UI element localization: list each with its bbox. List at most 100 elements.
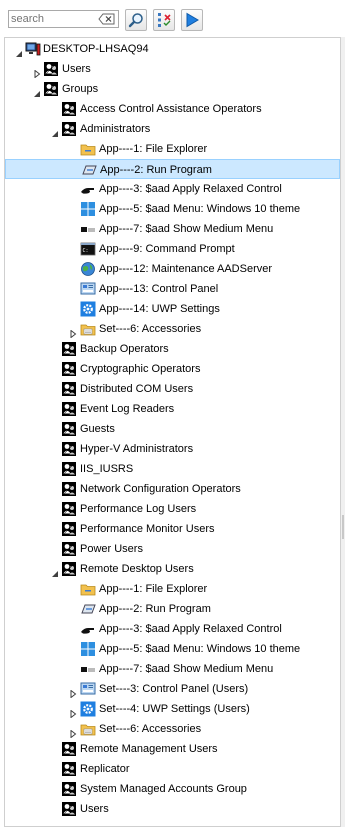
tree-node-label: App----1: File Explorer	[99, 583, 208, 595]
tree-node-administrators[interactable]: Administrators	[5, 119, 340, 139]
tree-node-app-3-aad-apply-relaxed-control[interactable]: App----3: $aad Apply Relaxed Control	[5, 179, 340, 199]
tree-node-backup-operators[interactable]: Backup Operators	[5, 339, 340, 359]
filter-button[interactable]	[153, 9, 175, 31]
collapse-arrow-icon[interactable]	[51, 565, 59, 577]
tree-node-iis-iusrs[interactable]: IIS_IUSRS	[5, 459, 340, 479]
user-group-icon	[61, 761, 77, 777]
tree-node-label: Distributed COM Users	[80, 383, 194, 395]
clear-search-icon[interactable]	[98, 13, 116, 25]
tree-node-label: App----7: $aad Show Medium Menu	[99, 223, 274, 235]
tree-node-users[interactable]: Users	[5, 799, 340, 819]
tree-node-remote-desktop-users[interactable]: Remote Desktop Users	[5, 559, 340, 579]
tree-node-label: App----1: File Explorer	[99, 143, 208, 155]
tree-node-hyper-v-administrators[interactable]: Hyper-V Administrators	[5, 439, 340, 459]
splitter-grip[interactable]	[342, 515, 344, 539]
user-group-icon	[61, 101, 77, 117]
tree-node-event-log-readers[interactable]: Event Log Readers	[5, 399, 340, 419]
tree-node-users[interactable]: Users	[5, 59, 340, 79]
tree-node-desktop-lhsaq94[interactable]: DESKTOP-LHSAQ94	[5, 39, 340, 59]
tree-node-distributed-com-users[interactable]: Distributed COM Users	[5, 379, 340, 399]
tree-node-performance-log-users[interactable]: Performance Log Users	[5, 499, 340, 519]
expand-arrow-icon[interactable]	[69, 685, 77, 699]
tree-node-label: Performance Log Users	[80, 503, 197, 515]
tree-node-label: Cryptographic Operators	[80, 363, 201, 375]
settings-gear-icon	[80, 701, 96, 717]
tree-node-label: App----13: Control Panel	[99, 283, 219, 295]
tree-node-label: IIS_IUSRS	[80, 463, 134, 475]
tree-node-performance-monitor-users[interactable]: Performance Monitor Users	[5, 519, 340, 539]
tree-node-label: Set----6: Accessories	[99, 723, 202, 735]
find-button[interactable]	[125, 9, 147, 31]
tree-node-label: Set----4: UWP Settings (Users)	[99, 703, 250, 715]
tree-node-app-2-run-program[interactable]: App----2: Run Program	[5, 599, 340, 619]
search-box[interactable]	[8, 10, 119, 28]
tree-node-label: Power Users	[80, 543, 143, 555]
tree-node-system-managed-accounts-group[interactable]: System Managed Accounts Group	[5, 779, 340, 799]
tree-node-remote-management-users[interactable]: Remote Management Users	[5, 739, 340, 759]
user-group-icon	[61, 541, 77, 557]
user-group-icon	[61, 121, 77, 137]
tree-node-label: App----9: Command Prompt	[99, 243, 235, 255]
tree-node-label: App----7: $aad Show Medium Menu	[99, 663, 274, 675]
tree-node-app-1-file-explorer[interactable]: App----1: File Explorer	[5, 139, 340, 159]
tree-node-label: Users	[62, 63, 91, 75]
user-group-icon	[61, 521, 77, 537]
collapse-arrow-icon[interactable]	[51, 125, 59, 137]
tree-node-set-6-accessories[interactable]: Set----6: Accessories	[5, 319, 340, 339]
expand-arrow-icon[interactable]	[69, 725, 77, 739]
tree-node-app-14-uwp-settings[interactable]: App----14: UWP Settings	[5, 299, 340, 319]
search-input[interactable]	[11, 12, 97, 26]
tree-node-groups[interactable]: Groups	[5, 79, 340, 99]
tree-node-app-13-control-panel[interactable]: App----13: Control Panel	[5, 279, 340, 299]
tree-node-app-12-maintenance-aadserver[interactable]: App----12: Maintenance AADServer	[5, 259, 340, 279]
tree-node-app-3-aad-apply-relaxed-control[interactable]: App----3: $aad Apply Relaxed Control	[5, 619, 340, 639]
user-group-icon	[61, 781, 77, 797]
tree-node-set-6-accessories[interactable]: Set----6: Accessories	[5, 719, 340, 739]
menu-icon	[80, 221, 96, 237]
tree-node-label: Guests	[80, 423, 115, 435]
tree-node-label: Backup Operators	[80, 343, 169, 355]
tree-node-set-4-uwp-settings-users[interactable]: Set----4: UWP Settings (Users)	[5, 699, 340, 719]
hand-icon	[80, 621, 96, 637]
windows-icon	[80, 641, 96, 657]
tree-node-network-configuration-operators[interactable]: Network Configuration Operators	[5, 479, 340, 499]
tree-node-app-5-aad-menu-windows-10-theme[interactable]: App----5: $aad Menu: Windows 10 theme	[5, 199, 340, 219]
user-group-icon	[61, 501, 77, 517]
tree-node-label: Hyper-V Administrators	[80, 443, 194, 455]
tree-node-app-5-aad-menu-windows-10-theme[interactable]: App----5: $aad Menu: Windows 10 theme	[5, 639, 340, 659]
accessories-folder-icon	[80, 321, 96, 337]
run-button[interactable]	[181, 9, 203, 31]
splitter[interactable]	[341, 37, 345, 827]
tree-node-label: Event Log Readers	[80, 403, 175, 415]
tree-node-app-2-run-program[interactable]: App----2: Run Program	[5, 159, 340, 179]
tree-node-access-control-assistance-operators[interactable]: Access Control Assistance Operators	[5, 99, 340, 119]
tree-node-label: App----2: Run Program	[100, 164, 212, 176]
expand-arrow-icon[interactable]	[69, 325, 77, 339]
tree-node-app-7-aad-show-medium-menu[interactable]: App----7: $aad Show Medium Menu	[5, 219, 340, 239]
tree-view[interactable]: DESKTOP-LHSAQ94 Users Groups Access Control…	[4, 37, 341, 827]
tree-node-app-7-aad-show-medium-menu[interactable]: App----7: $aad Show Medium Menu	[5, 659, 340, 679]
tree-node-app-1-file-explorer[interactable]: App----1: File Explorer	[5, 579, 340, 599]
tree-node-power-users[interactable]: Power Users	[5, 539, 340, 559]
user-group-icon	[43, 81, 59, 97]
collapse-arrow-icon[interactable]	[33, 85, 41, 97]
tree-node-label: App----14: UWP Settings	[99, 303, 220, 315]
tree-node-label: Users	[80, 803, 109, 815]
tree-node-guests[interactable]: Guests	[5, 419, 340, 439]
settings-gear-icon	[80, 301, 96, 317]
tree-node-label: Remote Desktop Users	[80, 563, 194, 575]
user-group-icon	[61, 481, 77, 497]
tree-node-set-3-control-panel-users[interactable]: Set----3: Control Panel (Users)	[5, 679, 340, 699]
expand-arrow-icon[interactable]	[33, 65, 41, 79]
globe-icon	[80, 261, 96, 277]
tree-node-replicator[interactable]: Replicator	[5, 759, 340, 779]
tree-node-label: DESKTOP-LHSAQ94	[43, 43, 149, 55]
collapse-arrow-icon[interactable]	[15, 45, 23, 57]
folder-icon	[80, 141, 96, 157]
tree-node-cryptographic-operators[interactable]: Cryptographic Operators	[5, 359, 340, 379]
tree-node-app-9-command-prompt[interactable]: C: App----9: Command Prompt	[5, 239, 340, 259]
expand-arrow-icon[interactable]	[69, 705, 77, 719]
tree-node-label: Access Control Assistance Operators	[80, 103, 262, 115]
tree-node-label: App----5: $aad Menu: Windows 10 theme	[99, 643, 301, 655]
user-group-icon	[61, 801, 77, 817]
